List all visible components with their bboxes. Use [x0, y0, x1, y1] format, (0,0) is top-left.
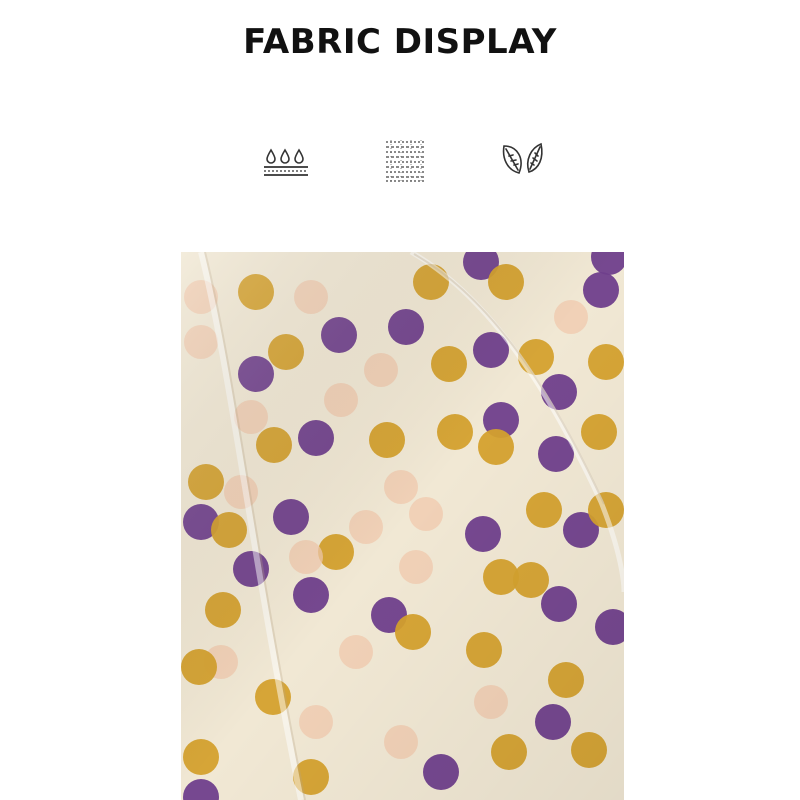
fabric-weave-icon — [381, 136, 431, 186]
fabric-photo — [181, 252, 624, 800]
polka-dot-fabric-photo — [181, 252, 624, 800]
page-title: FABRIC DISPLAY — [243, 22, 557, 62]
water-drops-icon — [261, 136, 311, 186]
leaf-icon — [499, 136, 549, 186]
